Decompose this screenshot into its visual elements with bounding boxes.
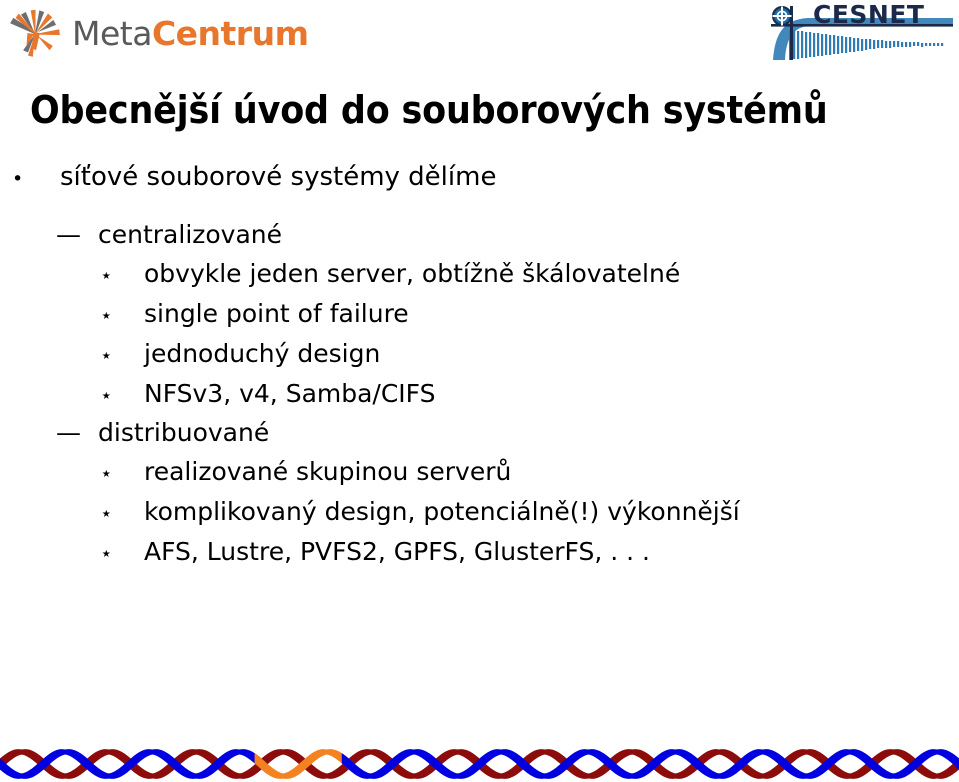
bullet-star-icon: ⋆ <box>100 263 113 287</box>
list-item: ⋆ NFSv3, v4, Samba/CIFS <box>100 376 959 413</box>
list-item: ⋆ komplikovaný design, potenciálně(!) vý… <box>100 494 959 531</box>
page-title: Obecnější úvod do souborových systémů <box>30 88 828 132</box>
footer-wave-decoration <box>0 720 959 782</box>
bullet-dot-icon: • <box>12 168 24 190</box>
bullet-star-icon: ⋆ <box>100 461 113 485</box>
list-item: ⋆ AFS, Lustre, PVFS2, GPFS, GlusterFS, .… <box>100 534 959 571</box>
list-item-label: realizované skupinou serverů <box>144 457 512 486</box>
bullet-dash-icon: — <box>56 220 81 249</box>
slide-header: MetaCentrum CESNET <box>0 0 959 78</box>
bullet-star-icon: ⋆ <box>100 303 113 327</box>
metacentrum-wordmark: MetaCentrum <box>72 13 309 53</box>
list-item-label: distribuované <box>98 418 270 447</box>
list-item-label: centralizované <box>98 220 283 249</box>
cesnet-wordmark: CESNET <box>813 4 924 29</box>
list-item-label: NFSv3, v4, Samba/CIFS <box>144 379 436 408</box>
list-item: ⋆ jednoduchý design <box>100 336 959 373</box>
starburst-icon <box>8 6 62 60</box>
list-item-label: komplikovaný design, potenciálně(!) výko… <box>144 497 740 526</box>
list-item: ⋆ obvykle jeden server, obtížně škálovat… <box>100 256 959 293</box>
list-item: • síťové souborové systémy dělíme <box>12 160 959 196</box>
wave-strand-front <box>952 753 959 770</box>
bullet-star-icon: ⋆ <box>100 541 113 565</box>
list-item: ⋆ realizované skupinou serverů <box>100 454 959 491</box>
list-item-label: obvykle jeden server, obtížně škálovatel… <box>144 259 681 288</box>
list-item: ⋆ single point of failure <box>100 296 959 333</box>
bullet-star-icon: ⋆ <box>100 343 113 367</box>
list-item-label: síťové souborové systémy dělíme <box>60 162 497 192</box>
list-item-label: single point of failure <box>144 299 409 328</box>
list-item-label: AFS, Lustre, PVFS2, GPFS, GlusterFS, . .… <box>144 537 650 566</box>
list-item: — distribuované <box>56 416 959 450</box>
metacentrum-logo: MetaCentrum <box>8 6 309 60</box>
list-item-label: jednoduchý design <box>144 339 381 368</box>
metacentrum-wordmark-meta: Meta <box>72 13 152 53</box>
list-item: — centralizované <box>56 218 959 252</box>
bullet-star-icon: ⋆ <box>100 383 113 407</box>
metacentrum-wordmark-centrum: Centrum <box>151 13 309 53</box>
bullet-dash-icon: — <box>56 418 81 447</box>
bullet-star-icon: ⋆ <box>100 501 113 525</box>
bullet-list: • síťové souborové systémy dělíme — cent… <box>0 160 959 574</box>
cesnet-logo: CESNET <box>769 4 953 64</box>
